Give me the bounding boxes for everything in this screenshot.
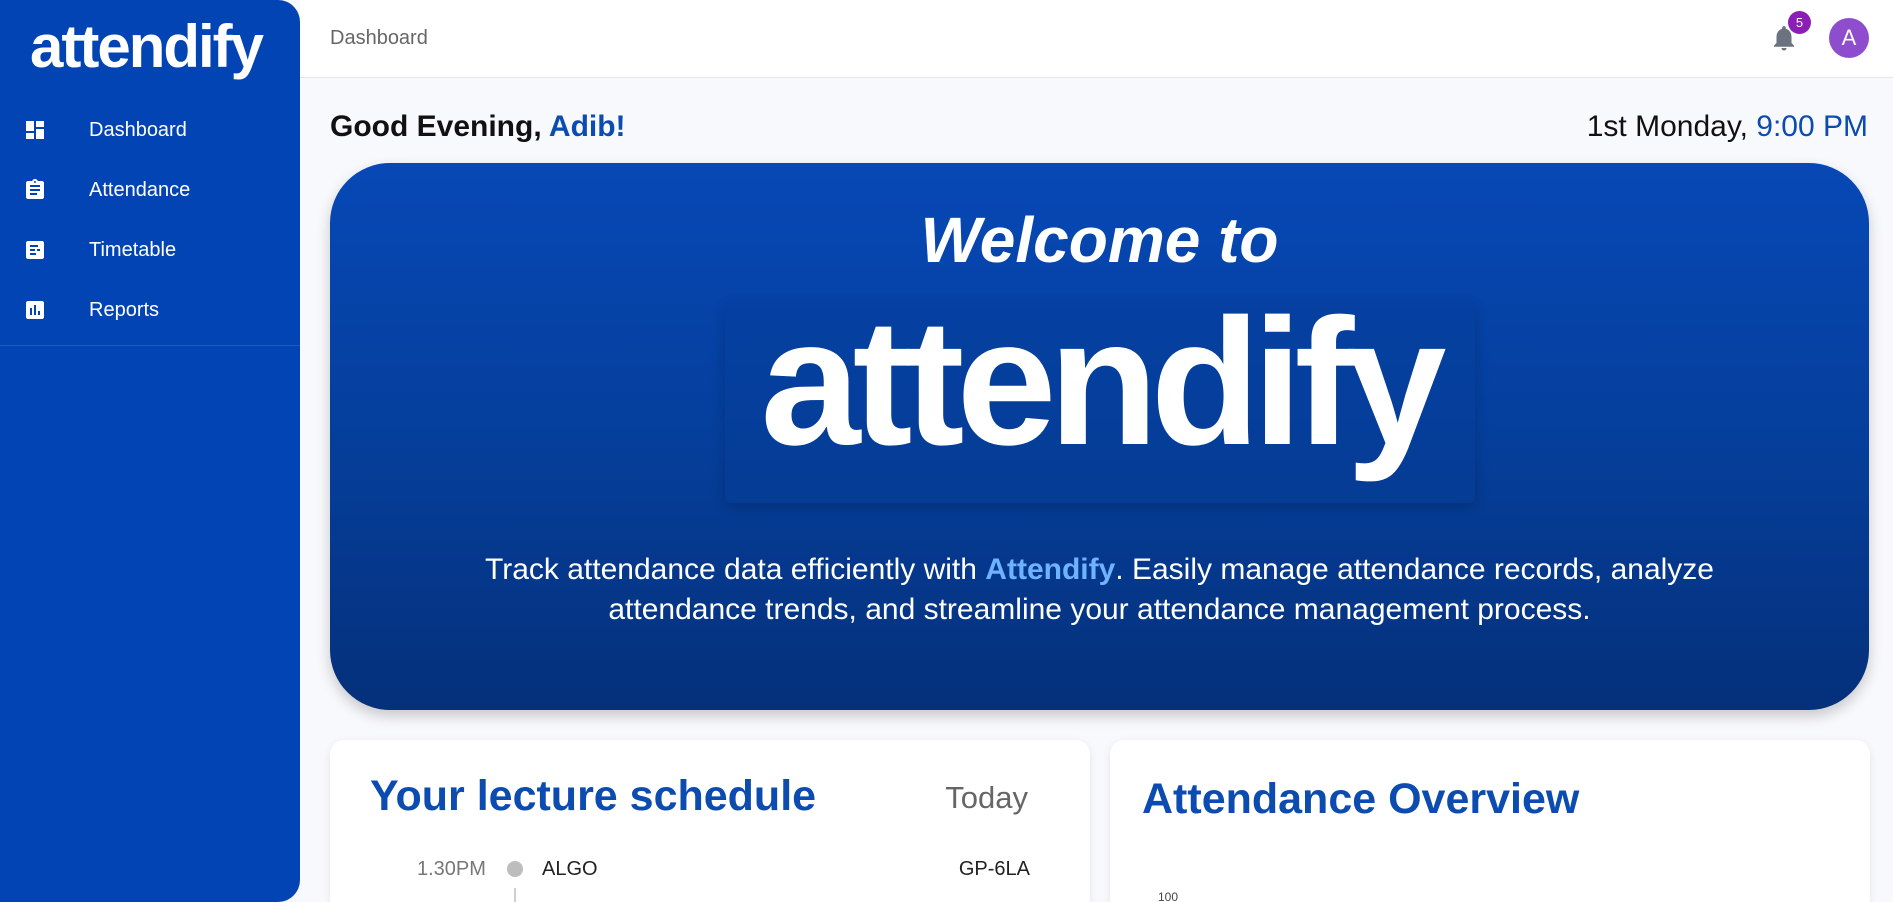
greeting-prefix: Good Evening,	[330, 110, 549, 143]
dashboard-icon	[22, 117, 48, 143]
sidebar-item-timetable[interactable]: Timetable	[0, 220, 300, 280]
sidebar-logo[interactable]: attendify	[30, 12, 264, 81]
welcome-banner: Welcome to attendify Track attendance da…	[330, 163, 1869, 710]
current-date: 1st Monday,	[1586, 110, 1757, 143]
sidebar-divider	[0, 345, 300, 346]
schedule-room: GP-6LA	[958, 858, 1030, 880]
sidebar-nav: Dashboard Attendance Timetable Reports	[0, 100, 300, 340]
schedule-time: 1.30PM	[417, 858, 486, 880]
hero-desc-start: Track attendance data efficiently with	[485, 553, 986, 586]
hero-title: Welcome to	[920, 204, 1279, 276]
schedule-subject: ALGO	[542, 858, 598, 880]
notification-badge: 5	[1788, 11, 1811, 34]
sidebar-item-label: Dashboard	[89, 118, 187, 141]
user-avatar[interactable]: A	[1829, 18, 1869, 58]
overview-title: Attendance Overview	[1142, 775, 1580, 823]
hero-desc-brand: Attendify	[985, 553, 1116, 586]
timetable-icon	[22, 237, 48, 263]
sidebar-item-reports[interactable]: Reports	[0, 280, 300, 340]
greeting-name: Adib!	[548, 110, 626, 143]
current-datetime: 1st Monday, 9:00 PM	[1587, 110, 1868, 144]
breadcrumb[interactable]: Dashboard	[330, 27, 428, 50]
sidebar-item-label: Reports	[89, 298, 160, 321]
current-time: 9:00 PM	[1756, 110, 1868, 143]
timeline-line	[514, 888, 516, 902]
sidebar-item-dashboard[interactable]: Dashboard	[0, 100, 300, 160]
clipboard-icon	[22, 177, 48, 203]
sidebar-item-attendance[interactable]: Attendance	[0, 160, 300, 220]
greeting: Good Evening, Adib!	[330, 110, 626, 144]
schedule-day[interactable]: Today	[945, 780, 1028, 816]
chart-y-tick: 100	[1158, 890, 1179, 902]
bar-chart-icon	[22, 297, 48, 323]
sidebar: attendify Dashboard Attendance Timetable…	[0, 0, 300, 902]
sidebar-item-label: Timetable	[89, 238, 177, 261]
timeline-dot	[507, 861, 523, 877]
attendance-overview-card: Attendance Overview 100	[1110, 740, 1870, 902]
schedule-title: Your lecture schedule	[370, 772, 817, 820]
lecture-schedule-card: Your lecture schedule Today 1.30PM ALGO …	[330, 740, 1090, 902]
sidebar-item-label: Attendance	[89, 178, 191, 201]
hero-description: Track attendance data efficiently with A…	[470, 550, 1729, 630]
top-bar: Dashboard 5 A	[300, 0, 1893, 78]
hero-logo: attendify	[760, 282, 1446, 483]
